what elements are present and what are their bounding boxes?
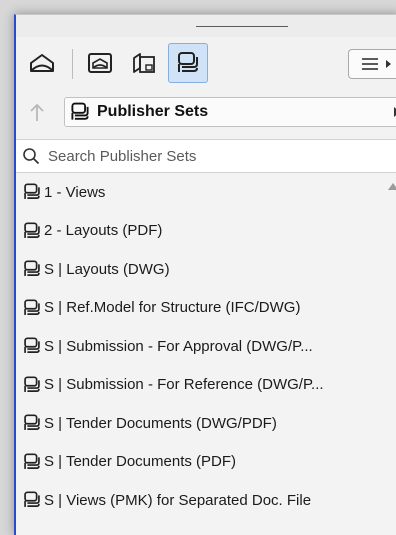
list-item[interactable]: S | Views (PMK) for Separated Doc. File	[16, 481, 396, 520]
current-map-title: Publisher Sets	[97, 103, 209, 120]
search-icon	[23, 148, 40, 165]
panel-drag-handle[interactable]	[16, 15, 396, 37]
publisher-set-label: S | Layouts (DWG)	[44, 260, 170, 278]
project-map-button[interactable]	[22, 43, 62, 83]
view-map-icon	[88, 53, 112, 73]
map-navigation-row: Publisher Sets	[16, 95, 396, 129]
search-input[interactable]	[46, 146, 350, 166]
publisher-set-icon	[22, 298, 42, 318]
publisher-sets-icon	[71, 102, 89, 120]
menu-arrow-icon	[386, 60, 391, 68]
options-menu-button[interactable]	[348, 49, 396, 79]
project-map-icon	[30, 54, 54, 72]
publisher-set-icon	[22, 336, 42, 356]
publisher-set-label: 2 - Layouts (PDF)	[44, 222, 163, 240]
publisher-set-label: S | Views (PMK) for Separated Doc. File	[44, 491, 312, 509]
list-item[interactable]: S | Tender Documents (DWG/PDF)	[16, 404, 396, 443]
navigator-toolbar	[16, 37, 396, 91]
search-bar	[16, 139, 396, 173]
publisher-set-label: 1 - Views	[44, 183, 106, 201]
up-arrow-icon	[30, 103, 44, 121]
publisher-set-label: S | Tender Documents (DWG/PDF)	[44, 414, 277, 432]
list-item[interactable]: S | Layouts (DWG)	[16, 250, 396, 289]
navigator-panel: Publisher Sets 1 - Views 2 - Layouts (PDF…	[14, 14, 396, 535]
publisher-set-icon	[22, 375, 42, 395]
publisher-sets-icon	[178, 52, 198, 72]
hamburger-menu-icon	[362, 58, 378, 70]
publisher-set-icon	[22, 182, 42, 202]
layout-book-button[interactable]	[124, 43, 164, 83]
publisher-sets-list: 1 - Views 2 - Layouts (PDF) S | Layouts (D…	[16, 173, 396, 535]
publisher-set-icon	[22, 490, 42, 510]
list-item[interactable]: 1 - Views	[16, 173, 396, 212]
publisher-set-label: S | Submission - For Reference (DWG/P...	[44, 376, 324, 394]
list-item[interactable]: 2 - Layouts (PDF)	[16, 212, 396, 251]
list-item[interactable]: S | Submission - For Reference (DWG/P...	[16, 366, 396, 405]
drag-handle-line	[196, 26, 288, 27]
list-item[interactable]: S | Ref.Model for Structure (IFC/DWG)	[16, 289, 396, 328]
list-item[interactable]: S | Tender Documents (PDF)	[16, 443, 396, 482]
publisher-sets-button[interactable]	[168, 43, 208, 83]
publisher-set-icon	[22, 259, 42, 279]
list-scrollbar[interactable]	[386, 173, 396, 535]
scroll-up-arrow-icon[interactable]	[388, 183, 396, 190]
publisher-set-icon	[22, 452, 42, 472]
layout-book-icon	[133, 53, 155, 73]
view-map-button[interactable]	[80, 43, 120, 83]
go-up-button[interactable]	[24, 99, 50, 125]
publisher-set-label: S | Ref.Model for Structure (IFC/DWG)	[44, 299, 301, 317]
publisher-set-icon	[22, 221, 42, 241]
publisher-set-icon	[22, 413, 42, 433]
list-item[interactable]: S | Submission - For Approval (DWG/P...	[16, 327, 396, 366]
map-selector-dropdown[interactable]: Publisher Sets	[64, 97, 396, 127]
publisher-set-label: S | Tender Documents (PDF)	[44, 453, 237, 471]
publisher-set-label: S | Submission - For Approval (DWG/P...	[44, 337, 313, 355]
toolbar-separator	[72, 49, 73, 79]
